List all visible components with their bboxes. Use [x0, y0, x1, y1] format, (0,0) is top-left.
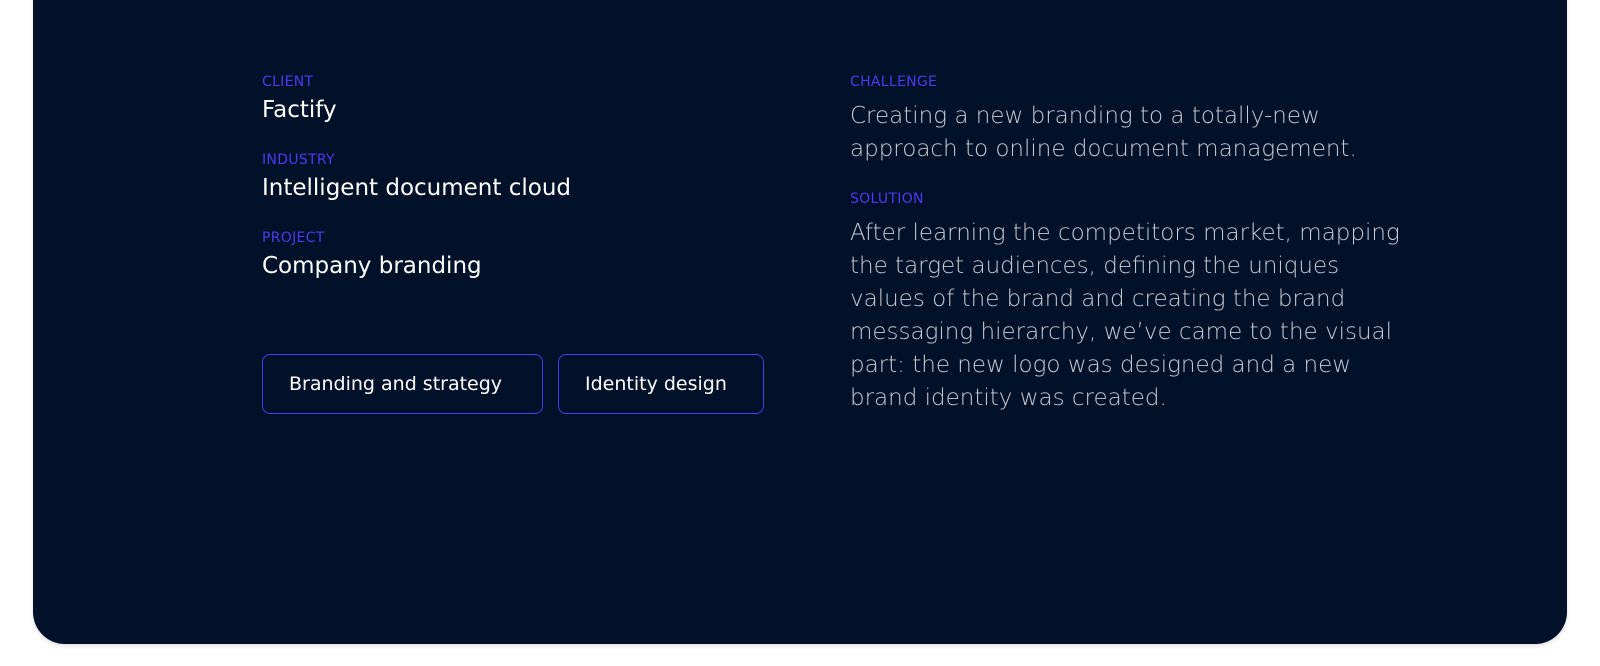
industry-value: Intelligent document cloud	[262, 175, 571, 201]
client-value: Factify	[262, 97, 337, 123]
industry-label: INDUSTRY	[262, 152, 335, 168]
project-description: CHALLENGE Creating a new branding to a t…	[850, 73, 1420, 415]
challenge-label: CHALLENGE	[850, 74, 938, 90]
tag-identity-design[interactable]: Identity design	[558, 354, 764, 414]
client-label: CLIENT	[262, 74, 314, 90]
client-field: CLIENT Factify	[262, 73, 782, 124]
solution-label: SOLUTION	[850, 191, 924, 207]
challenge-text: Creating a new branding to a totally-new…	[850, 103, 1357, 162]
project-card: CLIENT Factify INDUSTRY Intelligent docu…	[33, 0, 1567, 644]
industry-field: INDUSTRY Intelligent document cloud	[262, 151, 782, 202]
project-value: Company branding	[262, 253, 482, 279]
project-details: CLIENT Factify INDUSTRY Intelligent docu…	[262, 73, 782, 414]
project-field: PROJECT Company branding	[262, 229, 782, 280]
project-label: PROJECT	[262, 230, 325, 246]
solution-text: After learning the competitors market, m…	[850, 220, 1400, 411]
tag-branding-and-strategy[interactable]: Branding and strategy	[262, 354, 543, 414]
service-tags: Branding and strategy Identity design	[262, 354, 764, 414]
